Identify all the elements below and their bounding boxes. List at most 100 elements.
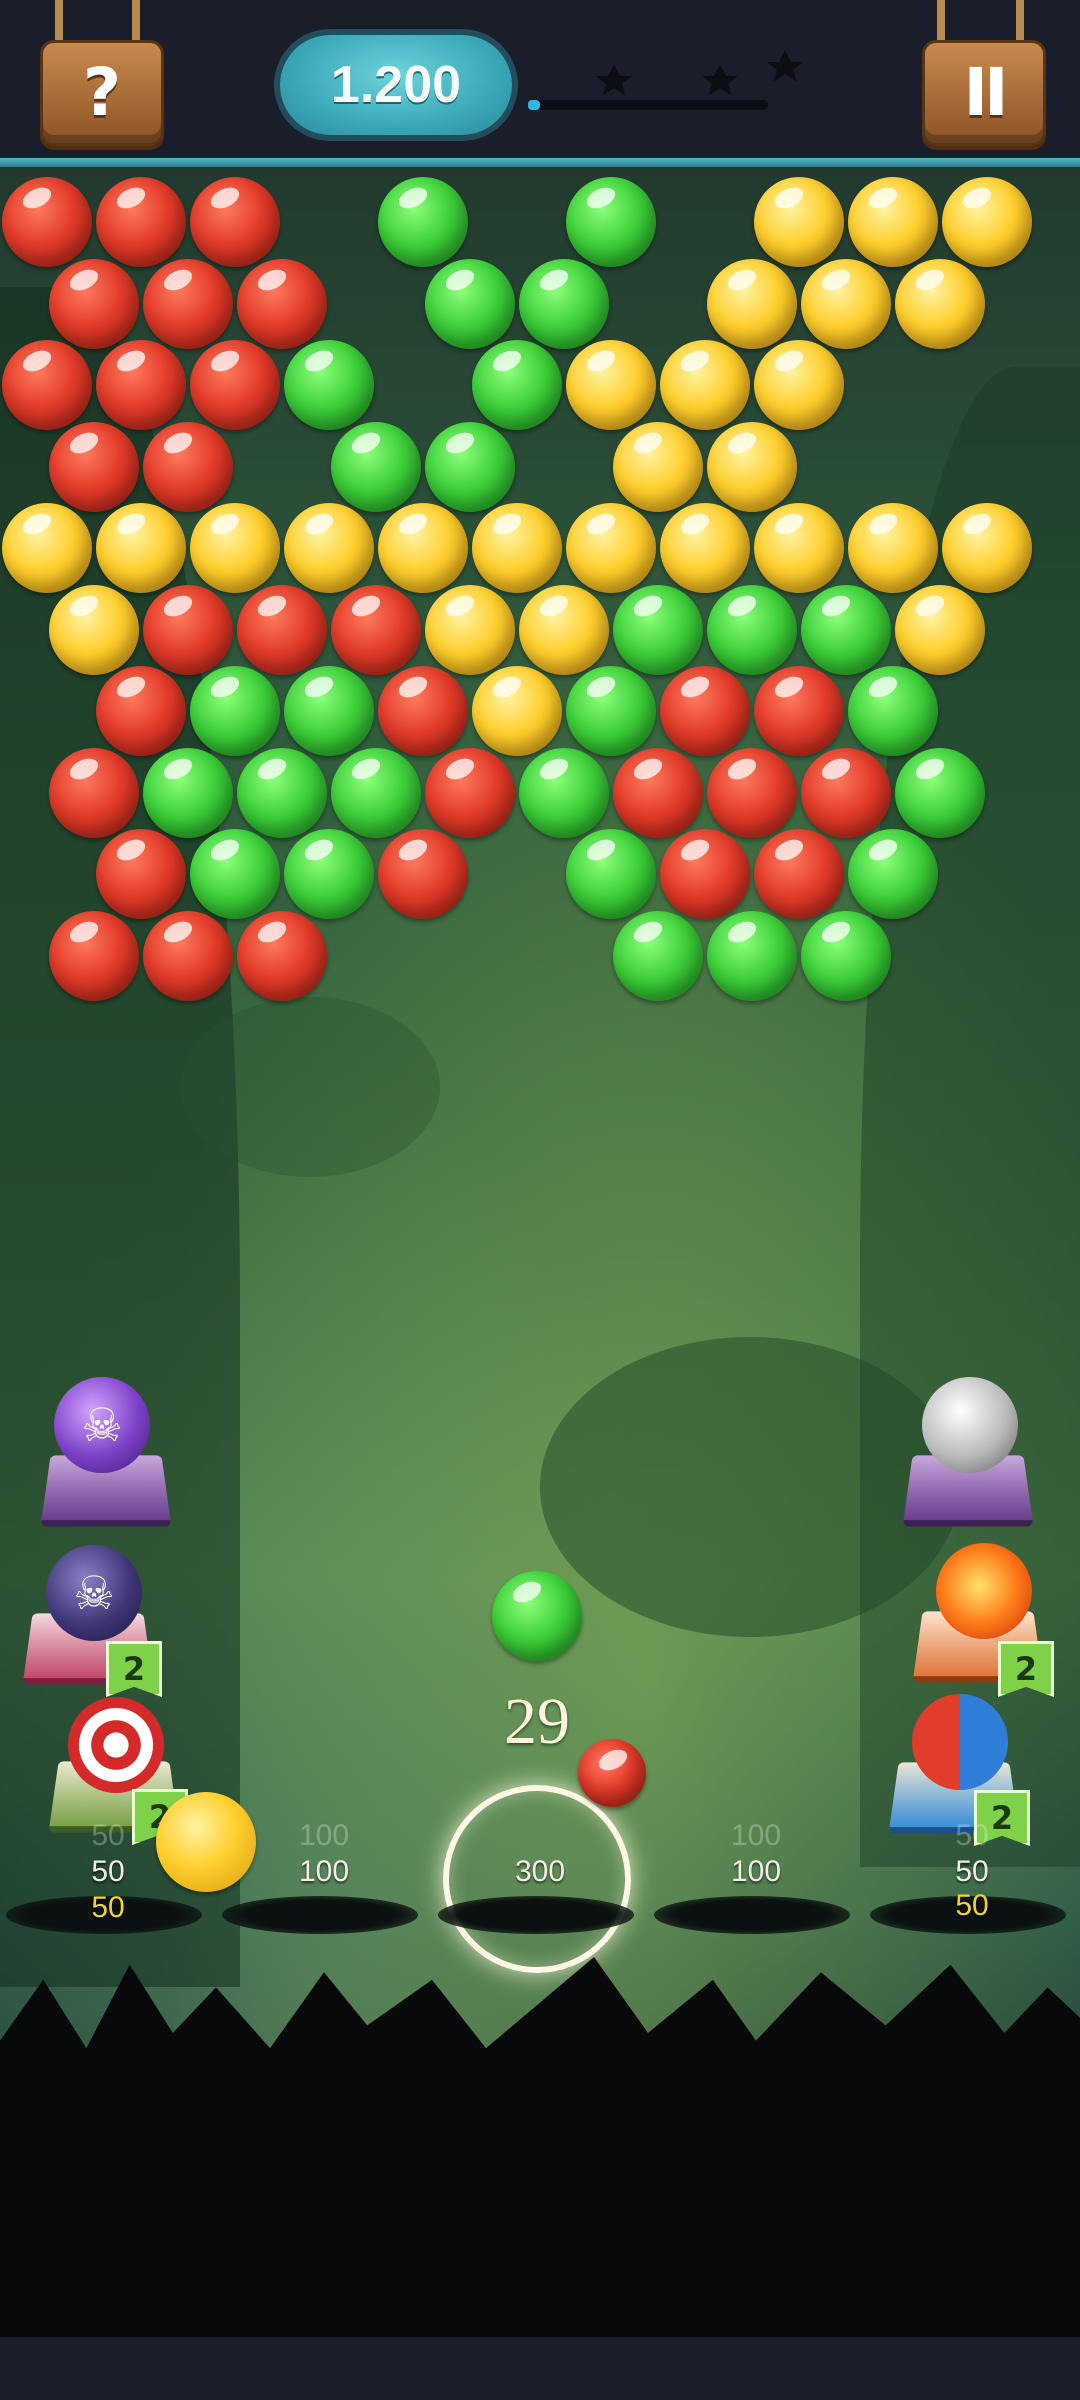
bubble-red — [96, 340, 186, 430]
bubble-yellow — [942, 503, 1032, 593]
powerup-fireball[interactable]: 2 — [910, 1537, 1060, 1697]
bubble-yellow — [613, 421, 703, 512]
pot-value: 300 — [514, 1855, 566, 1888]
powerup-stone-ball[interactable] — [900, 1377, 1050, 1527]
bubble-red — [237, 584, 327, 675]
bubble-yellow — [848, 503, 938, 593]
bubble-red — [801, 747, 891, 838]
powerup-dark-bomb[interactable]: ☠ 2 — [22, 1537, 174, 1697]
bubble-green — [519, 747, 609, 838]
pause-button[interactable]: II — [922, 40, 1046, 146]
fireball-icon — [936, 1543, 1032, 1639]
bubble-yellow — [472, 503, 562, 593]
bubble-green — [566, 177, 656, 267]
bubble-green — [801, 584, 891, 675]
bubble-red — [237, 910, 327, 1001]
bubble-green — [519, 258, 609, 349]
bubble-yellow — [895, 584, 985, 675]
bubble-yellow — [801, 258, 891, 349]
current-bubble[interactable] — [492, 1571, 582, 1661]
star-flower-icon — [767, 50, 803, 82]
pot-hole — [654, 1896, 850, 1934]
bubble-yellow — [754, 340, 844, 430]
bubble-yellow — [660, 503, 750, 593]
bottom-bar — [0, 2337, 1080, 2400]
stone-ball-icon — [922, 1377, 1018, 1473]
bubble-green — [331, 421, 421, 512]
bubble-yellow — [96, 503, 186, 593]
bubble-yellow — [425, 584, 515, 675]
bubble-yellow — [754, 503, 844, 593]
bubble-green — [566, 829, 656, 919]
powerup-color-swap[interactable]: 2 — [880, 1682, 1040, 1846]
bubble-red — [613, 747, 703, 838]
pot-ghost-value: 50 — [955, 1819, 989, 1852]
bubble-red — [49, 747, 139, 838]
bubble-yellow — [284, 503, 374, 593]
bubble-yellow — [519, 584, 609, 675]
pot-hole — [438, 1896, 634, 1934]
target-icon — [68, 1697, 164, 1793]
bubble-green — [331, 747, 421, 838]
bubble-red — [425, 747, 515, 838]
bubble-red — [190, 177, 280, 267]
bubble-red — [143, 421, 233, 512]
bubble-yellow — [895, 258, 985, 349]
bubble-green — [801, 910, 891, 1001]
bush — [180, 997, 440, 1177]
bubble-red — [96, 666, 186, 756]
bubble-green — [707, 910, 797, 1001]
pot-hole — [222, 1896, 418, 1934]
bush — [540, 1337, 960, 1637]
score-display: 1.200 — [280, 35, 512, 135]
bubble-red — [754, 829, 844, 919]
bubble-red — [143, 584, 233, 675]
bubble-green — [237, 747, 327, 838]
bubble-red — [143, 910, 233, 1001]
bubble-red — [49, 421, 139, 512]
pot-value: 50 — [955, 1855, 989, 1888]
question-mark-icon: ? — [82, 54, 122, 131]
bubble-yellow — [660, 340, 750, 430]
shots-left-counter: 29 — [504, 1685, 570, 1758]
bubble-yellow — [472, 666, 562, 756]
skull-bomb-icon: ☠ — [54, 1377, 150, 1473]
star-flower-icon — [702, 64, 738, 96]
bubble-red — [143, 258, 233, 349]
bubble-yellow — [754, 177, 844, 267]
pot-value: 50 — [91, 1855, 125, 1888]
bubble-green — [284, 829, 374, 919]
color-swap-icon — [912, 1694, 1008, 1790]
bubble-green — [425, 258, 515, 349]
bubble-red — [2, 177, 92, 267]
bubble-green — [848, 829, 938, 919]
bubble-green — [425, 421, 515, 512]
powerup-skull-bomb[interactable]: ☠ — [40, 1377, 180, 1527]
bubble-red — [96, 177, 186, 267]
score-progress-bar — [528, 100, 768, 110]
bubble-green — [190, 666, 280, 756]
bubble-red — [2, 340, 92, 430]
bubble-red — [49, 258, 139, 349]
bubble-yellow — [707, 421, 797, 512]
play-field[interactable]: ☠ ☠ 2 2 2 2 29 50 50 50 100 100 300 100 … — [0, 167, 1080, 2337]
pot-ghost-value: 100 — [730, 1819, 782, 1852]
bubble-green — [284, 340, 374, 430]
bubble-red — [49, 910, 139, 1001]
pot-value: 100 — [730, 1855, 782, 1888]
bubble-green — [613, 584, 703, 675]
bubble-red — [378, 829, 468, 919]
pot-value: 100 — [298, 1855, 350, 1888]
star-flower-icon — [596, 64, 632, 96]
top-bar: ? 1.200 II — [0, 0, 1080, 167]
bubble-green — [613, 910, 703, 1001]
bubble-yellow — [190, 503, 280, 593]
bubble-red — [707, 747, 797, 838]
help-button[interactable]: ? — [40, 40, 164, 146]
bubble-yellow — [378, 503, 468, 593]
bubble-yellow — [566, 340, 656, 430]
bubble-green — [378, 177, 468, 267]
bubble-red — [378, 666, 468, 756]
bubble-red — [237, 258, 327, 349]
pause-icon: II — [963, 54, 1008, 131]
